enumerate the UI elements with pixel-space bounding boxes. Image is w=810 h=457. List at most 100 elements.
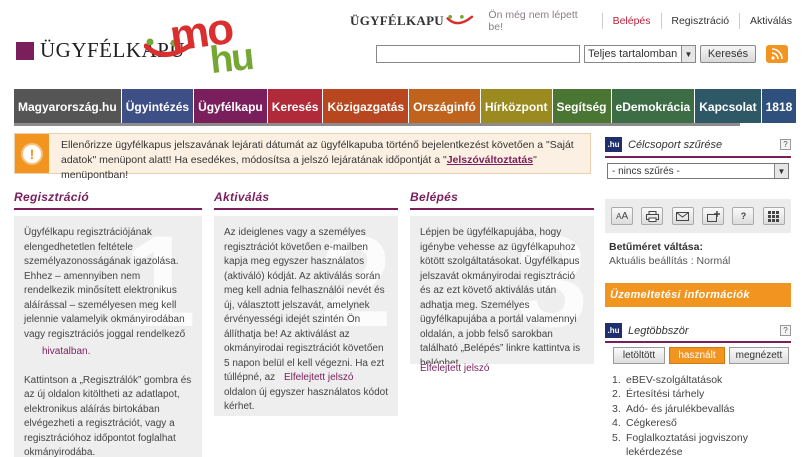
nav-label: Ügyfélkapu <box>198 100 263 114</box>
top-bar: ÜGYFÉLKAPU Ön még nem lépett be! Belépés… <box>350 8 792 34</box>
forgot-password-link[interactable]: Elfelejtett jelszó <box>420 363 489 374</box>
exclamation-icon: ! <box>21 142 43 165</box>
column-body: 2 Az ideiglenes vagy a személyes regiszt… <box>214 216 398 416</box>
help-icon[interactable]: ? <box>780 325 791 336</box>
nav-label: Segítség <box>556 100 607 114</box>
tools-bar: AA ? <box>605 199 791 233</box>
tab-used[interactable]: használt <box>669 347 725 364</box>
list-number: 4. <box>612 417 621 430</box>
sidebar-rule <box>605 341 791 343</box>
office-link[interactable]: hivatalban <box>42 346 88 357</box>
top-brand: ÜGYFÉLKAPU <box>350 13 444 28</box>
column-body: 3 Lépjen be ügyfélkapujába, hogy igénybe… <box>410 216 594 364</box>
operations-info-link[interactable]: Üzemeltetési információk <box>605 283 791 307</box>
activate-link[interactable]: Aktiválás <box>750 15 792 27</box>
tab-viewed[interactable]: megnézett <box>729 347 789 364</box>
nav-item-1818[interactable]: 1818 <box>761 89 797 123</box>
print-icon[interactable] <box>641 207 664 225</box>
logo-square <box>16 42 34 60</box>
registration-column: Regisztráció 1 Ügyfélkapu regisztrációjá… <box>14 190 202 457</box>
divider <box>601 13 603 29</box>
font-size-icon[interactable]: AA <box>611 207 634 225</box>
most-tabs: letöltött használt megnézett <box>613 347 793 364</box>
nav-label: 1818 <box>765 100 793 114</box>
list-label: Cégkereső <box>626 417 677 430</box>
search-input[interactable] <box>376 45 580 63</box>
font-size-label: Betűméret váltása: <box>609 241 703 253</box>
bookmark-add-icon[interactable] <box>702 207 725 225</box>
not-logged-status: Ön még nem lépett be! <box>488 9 578 33</box>
nav-label: eDemokrácia <box>615 100 691 114</box>
list-number: 2. <box>612 388 621 401</box>
list-number: 3. <box>612 402 621 415</box>
nav-item-kereses[interactable]: Keresés <box>267 89 323 123</box>
logo-hu: hu <box>207 35 255 83</box>
nav-label: Keresés <box>271 100 319 114</box>
list-item[interactable]: 3. Adó- és járulékbevallás <box>612 402 786 416</box>
paragraph-end: . <box>87 346 91 357</box>
main-nav: Magyarország.hu Ügyintézés Ügyfélkapu Ke… <box>14 89 797 123</box>
nav-label: Országinfó <box>413 100 476 114</box>
font-size-value: Aktuális beállítás : Normál <box>609 255 731 267</box>
column-title: Regisztráció <box>14 190 89 204</box>
divider <box>739 13 740 29</box>
target-group-select[interactable]: - nincs szűrés - ▼ <box>607 163 789 179</box>
nav-item-ugyfelkapu[interactable]: Ügyfélkapu <box>194 89 267 123</box>
top-brand-swoosh-icon <box>446 14 474 25</box>
search-scope-select[interactable]: Teljes tartalomban ▼ <box>584 45 696 63</box>
nav-item-kozigazgatas[interactable]: Közigazgatás <box>323 89 409 123</box>
search-button[interactable]: Keresés <box>700 45 756 63</box>
filter-title: Célcsoport szűrése <box>628 138 723 151</box>
login-link[interactable]: Belépés <box>613 15 651 27</box>
activation-column: Aktiválás 2 Az ideiglenes vagy a személy… <box>214 190 398 416</box>
list-number: 1. <box>612 374 621 386</box>
help-icon[interactable]: ? <box>732 207 755 225</box>
column-rule <box>410 208 594 210</box>
tab-downloaded[interactable]: letöltött <box>613 347 665 364</box>
list-label: Foglalkoztatási jogviszony lekérdezése <box>626 431 748 457</box>
column-title: Aktiválás <box>214 190 270 204</box>
nav-underline <box>14 123 740 126</box>
sitemap-icon[interactable] <box>762 207 785 225</box>
most-header: .hu Legtöbbször ? <box>605 323 791 338</box>
list-number: 5. <box>612 431 621 444</box>
paragraph: Kattintson a „Regisztrálók” gombra és az… <box>24 374 192 457</box>
list-item[interactable]: 5. Foglalkoztatási jogviszony lekérdezése <box>612 431 786 457</box>
email-icon[interactable] <box>671 207 694 225</box>
password-change-link[interactable]: Jelszóváltoztatás <box>447 154 533 166</box>
nav-item-kapcsolat[interactable]: Kapcsolat <box>695 89 761 123</box>
nav-label: Magyarország.hu <box>18 100 117 114</box>
nav-label: Kapcsolat <box>699 100 757 114</box>
column-rule <box>14 208 202 210</box>
most-title: Legtöbbször <box>628 324 689 337</box>
link-row: hivatalban. <box>24 345 192 360</box>
list-item[interactable]: 1. eBEV-szolgáltatások <box>612 373 786 387</box>
rss-icon[interactable] <box>766 45 788 63</box>
help-icon[interactable]: ? <box>780 139 791 150</box>
filter-header: .hu Célcsoport szűrése ? <box>605 137 791 152</box>
register-link[interactable]: Regisztráció <box>671 15 729 27</box>
column-body: 1 Ügyfélkapu regisztrációjának elengedhe… <box>14 216 202 457</box>
hu-tag: .hu <box>605 323 622 338</box>
list-label: eBEV-szolgáltatások <box>626 374 723 386</box>
nav-item-orszaginfo[interactable]: Országinfó <box>409 89 480 123</box>
paragraph: Az ideiglenes vagy a személyes regisztrá… <box>224 227 385 383</box>
nav-item-segitseg[interactable]: Segítség <box>552 89 611 123</box>
alert-icon-box: ! <box>15 134 49 173</box>
nav-item-hirkozpont[interactable]: Hírközpont <box>480 89 552 123</box>
chevron-down-icon: ▼ <box>774 164 788 178</box>
paragraph-end: oldalon új egyszer használatos kódot kér… <box>224 386 388 413</box>
search-row: Teljes tartalomban ▼ Keresés <box>376 45 756 63</box>
nav-item-edemokracia[interactable]: eDemokrácia <box>611 89 695 123</box>
most-used-list: 1. eBEV-szolgáltatások 2. Értesítési tárhe… <box>612 373 786 457</box>
hu-tag: .hu <box>605 137 622 152</box>
nav-item-ugyintezes[interactable]: Ügyintézés <box>121 89 194 123</box>
column-rule <box>214 208 398 210</box>
forgot-password-link[interactable]: Elfelejtett jelszó <box>284 372 353 383</box>
password-alert: ! Ellenőrizze ügyfélkapus jelszavának le… <box>14 133 591 181</box>
nav-label: Közigazgatás <box>327 100 405 114</box>
nav-item-magyarorszag[interactable]: Magyarország.hu <box>14 89 121 123</box>
divider <box>660 13 662 29</box>
list-item[interactable]: 4. Cégkereső <box>612 416 786 430</box>
list-item[interactable]: 2. Értesítési tárhely <box>612 387 786 401</box>
